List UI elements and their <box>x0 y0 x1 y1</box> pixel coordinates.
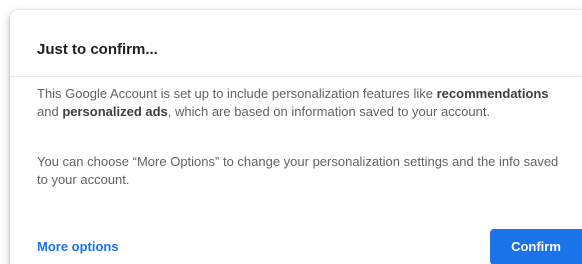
description-text-end: , which are based on information saved t… <box>167 104 491 119</box>
dialog-title: Just to confirm... <box>37 41 158 58</box>
more-options-hint: You can choose “More Options” to change … <box>37 154 559 187</box>
description-text-middle: and <box>37 104 63 119</box>
title-divider <box>10 76 582 77</box>
more-options-link[interactable]: More options <box>37 239 119 255</box>
personalized-ads-emphasis: personalized ads <box>62 104 168 119</box>
recommendations-emphasis: recommendations <box>436 86 549 101</box>
confirm-dialog: Just to confirm... This Google Account i… <box>10 10 582 264</box>
description-text-start: This Google Account is set up to include… <box>37 86 437 101</box>
confirm-button[interactable]: Confirm <box>490 229 582 264</box>
personalization-description: This Google Account is set up to include… <box>37 85 567 121</box>
page-background: Just to confirm... This Google Account i… <box>0 0 582 264</box>
